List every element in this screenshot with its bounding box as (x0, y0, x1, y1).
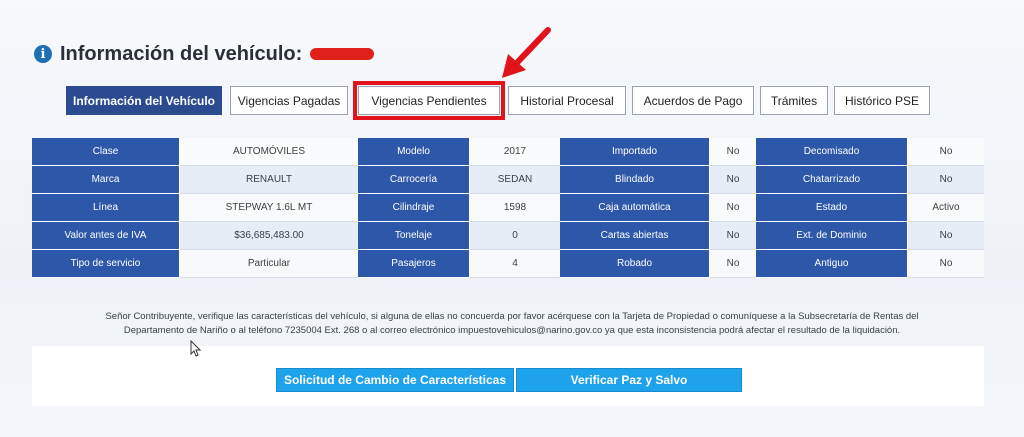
table-row: Tipo de servicio Particular Pasajeros 4 Roba… (32, 250, 984, 278)
field-label: Robado (560, 250, 710, 278)
field-label: Tonelaje (358, 222, 470, 250)
tab-historial-procesal[interactable]: Historial Procesal (508, 86, 626, 115)
field-value: RENAULT (180, 166, 358, 194)
field-label: Chatarrizado (756, 166, 908, 194)
page-title: Información del vehículo: (60, 42, 303, 65)
tab-acuerdos-pago[interactable]: Acuerdos de Pago (632, 86, 754, 115)
field-label: Importado (560, 138, 710, 166)
field-label: Pasajeros (358, 250, 470, 278)
title-row: i Información del vehículo: (34, 40, 375, 68)
field-label: Antiguo (756, 250, 908, 278)
field-value: 4 (470, 250, 560, 278)
field-label: Carrocería (358, 166, 470, 194)
field-value: No (710, 222, 756, 250)
tab-historico-pse[interactable]: Histórico PSE (834, 86, 930, 115)
info-icon: i (34, 45, 52, 63)
field-value: $36,685,483.00 (180, 222, 358, 250)
field-value: Activo (908, 194, 984, 222)
field-value: No (908, 222, 984, 250)
table-row: Valor antes de IVA $36,685,483.00 Tonelaje… (32, 222, 984, 250)
field-value: No (710, 138, 756, 166)
field-label: Decomisado (756, 138, 908, 166)
red-arrow-icon (502, 27, 551, 78)
tab-vigencias-pagadas[interactable]: Vigencias Pagadas (230, 86, 348, 115)
field-label: Cilindraje (358, 194, 470, 222)
redacted-plate (310, 48, 375, 60)
field-value: 2017 (470, 138, 560, 166)
field-label: Blindado (560, 166, 710, 194)
tab-informacion-vehiculo[interactable]: Información del Vehículo (66, 86, 222, 115)
field-value: No (908, 138, 984, 166)
field-value: No (710, 194, 756, 222)
field-value: 1598 (470, 194, 560, 222)
change-request-button[interactable]: Solicitud de Cambio de Características (276, 368, 514, 392)
field-label: Línea (32, 194, 180, 222)
table-row: Marca RENAULT Carrocería SEDAN Blindado No Cha… (32, 166, 984, 194)
tab-vigencias-pendientes[interactable]: Vigencias Pendientes (353, 81, 505, 120)
tab-tramites[interactable]: Trámites (760, 86, 828, 115)
field-value: No (908, 250, 984, 278)
table-row: Clase AUTOMÓVILES Modelo 2017 Importado No Dec… (32, 138, 984, 166)
field-value: STEPWAY 1.6L MT (180, 194, 358, 222)
field-value: No (710, 250, 756, 278)
notice-text: Señor Contribuyente, verifique las carac… (60, 310, 964, 338)
verify-paz-salvo-button[interactable]: Verificar Paz y Salvo (516, 368, 742, 392)
notice-line-2: Departamento de Nariño o al teléfono 723… (123, 325, 901, 336)
field-label: Caja automática (560, 194, 710, 222)
mouse-cursor-icon (190, 340, 202, 357)
field-value: AUTOMÓVILES (180, 138, 358, 166)
notice-line-1: Señor Contribuyente, verifique las carac… (105, 311, 919, 322)
vehicle-info-table: Clase AUTOMÓVILES Modelo 2017 Importado No Dec… (32, 138, 984, 278)
field-label: Marca (32, 166, 180, 194)
field-label: Modelo (358, 138, 470, 166)
field-value: No (710, 166, 756, 194)
field-value: Particular (180, 250, 358, 278)
field-value: SEDAN (470, 166, 560, 194)
field-label: Tipo de servicio (32, 250, 180, 278)
field-label: Clase (32, 138, 180, 166)
field-value: No (908, 166, 984, 194)
page: i Información del vehículo: Información … (0, 0, 1024, 437)
field-label: Estado (756, 194, 908, 222)
table-row: Línea STEPWAY 1.6L MT Cilindraje 1598 Caja a… (32, 194, 984, 222)
field-label: Valor antes de IVA (32, 222, 180, 250)
field-value: 0 (470, 222, 560, 250)
field-label: Ext. de Dominio (756, 222, 908, 250)
field-label: Cartas abiertas (560, 222, 710, 250)
